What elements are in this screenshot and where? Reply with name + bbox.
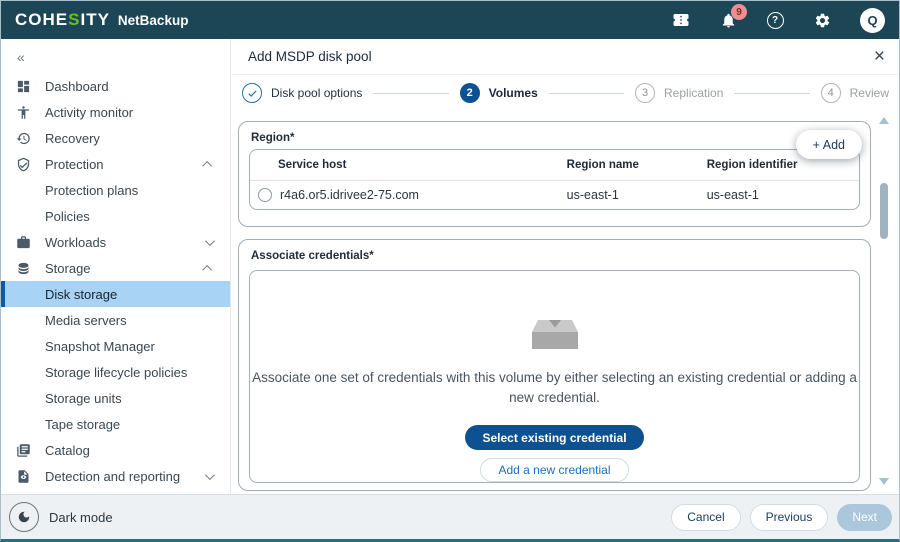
sidebar-item-detection-and-reporting[interactable]: Detection and reporting [1, 463, 230, 489]
add-region-button[interactable]: + Add [796, 130, 862, 159]
step-connector [549, 93, 624, 94]
scroll-down-icon[interactable] [879, 478, 889, 485]
check-icon [242, 83, 262, 103]
topbar: COHESITY NetBackup 9 ? Q [1, 1, 899, 39]
select-existing-credential-button[interactable]: Select existing credential [465, 425, 643, 450]
footer-bar: Dark mode Cancel Previous Next [1, 494, 899, 539]
catalog-icon [15, 442, 32, 459]
region-section: Region* + Add Service host Region name R… [238, 121, 871, 227]
region-label: Region* [239, 122, 870, 144]
user-avatar[interactable]: Q [860, 8, 885, 33]
wizard-stepper: Disk pool options 2 Volumes 3 Replicatio… [232, 75, 899, 111]
settings-icon[interactable] [813, 11, 831, 29]
chevron-up-icon [202, 264, 212, 274]
column-region-identifier: Region identifier [707, 159, 859, 171]
step-connector [734, 93, 809, 94]
credentials-empty-state: Associate one set of credentials with th… [249, 270, 860, 483]
sidebar-item-tape-storage[interactable]: Tape storage [1, 411, 230, 437]
brand-logo: COHESITY NetBackup [15, 10, 188, 30]
product-name: NetBackup [118, 13, 189, 28]
chevron-down-icon [205, 470, 215, 480]
step-disk-pool-options[interactable]: Disk pool options [242, 83, 362, 103]
notifications-icon[interactable]: 9 [719, 11, 737, 29]
region-table: Service host Region name Region identifi… [249, 149, 860, 210]
sidebar-item-protection[interactable]: Protection [1, 151, 230, 177]
cohesity-logo: COHESITY [15, 10, 110, 30]
next-button[interactable]: Next [837, 504, 892, 531]
app-window: COHESITY NetBackup 9 ? Q « Dashboard [0, 0, 900, 542]
step-replication[interactable]: 3 Replication [635, 83, 723, 103]
storage-icon [15, 260, 32, 277]
table-row[interactable]: r4a6.or5.idrivee2-75.com us-east-1 us-ea… [250, 181, 859, 209]
sidebar-item-storage-lifecycle-policies[interactable]: Storage lifecycle policies [1, 359, 230, 385]
credentials-label: Associate credentials* [239, 240, 870, 262]
wizard-content: Region* + Add Service host Region name R… [238, 121, 871, 494]
chevron-up-icon [202, 160, 212, 170]
sidebar-collapse-button[interactable]: « [1, 45, 230, 73]
scroll-up-icon[interactable] [879, 117, 889, 124]
notification-badge: 9 [731, 4, 747, 20]
page-title: Add MSDP disk pool [248, 49, 372, 64]
column-region-name: Region name [567, 159, 707, 171]
footer-buttons: Cancel Previous Next [671, 504, 892, 531]
sidebar-item-recovery[interactable]: Recovery [1, 125, 230, 151]
dark-mode-toggle[interactable]: Dark mode [9, 502, 113, 532]
scrollbar-thumb[interactable] [880, 183, 888, 239]
step-review[interactable]: 4 Review [821, 83, 889, 103]
region-row-radio[interactable] [258, 188, 272, 202]
step-connector [373, 93, 448, 94]
credentials-message: Associate one set of credentials with th… [250, 368, 859, 407]
chevron-down-icon [205, 236, 215, 246]
sidebar: « Dashboard Activity monitor Recovery Pr… [1, 39, 231, 494]
recovery-icon [15, 130, 32, 147]
close-icon[interactable]: × [874, 47, 885, 66]
topbar-actions: 9 ? Q [672, 8, 885, 33]
step-volumes[interactable]: 2 Volumes [460, 83, 538, 103]
sidebar-item-workloads[interactable]: Workloads [1, 229, 230, 255]
detection-reporting-icon [15, 468, 32, 485]
sidebar-item-activity-monitor[interactable]: Activity monitor [1, 99, 230, 125]
activity-monitor-icon [15, 104, 32, 121]
moon-icon [9, 502, 39, 532]
sidebar-item-protection-plans[interactable]: Protection plans [1, 177, 230, 203]
sidebar-item-snapshot-manager[interactable]: Snapshot Manager [1, 333, 230, 359]
wizard-header: Add MSDP disk pool × [232, 39, 899, 75]
region-table-header: Service host Region name Region identifi… [250, 150, 859, 181]
wizard-panel: Add MSDP disk pool × Disk pool options 2… [232, 39, 899, 494]
protection-icon [15, 156, 32, 173]
sidebar-item-dashboard[interactable]: Dashboard [1, 73, 230, 99]
add-new-credential-button[interactable]: Add a new credential [480, 458, 628, 482]
previous-button[interactable]: Previous [750, 504, 829, 531]
sidebar-item-disk-storage[interactable]: Disk storage [1, 281, 230, 307]
sidebar-item-storage[interactable]: Storage [1, 255, 230, 281]
ticket-icon[interactable] [672, 11, 690, 29]
credentials-section: Associate credentials* Associate one set… [238, 239, 871, 491]
sidebar-item-media-servers[interactable]: Media servers [1, 307, 230, 333]
sidebar-item-catalog[interactable]: Catalog [1, 437, 230, 463]
dashboard-icon [15, 78, 32, 95]
cancel-button[interactable]: Cancel [671, 504, 740, 531]
help-icon[interactable]: ? [766, 11, 784, 29]
sidebar-item-storage-units[interactable]: Storage units [1, 385, 230, 411]
workloads-icon [15, 234, 32, 251]
column-service-host: Service host [250, 159, 567, 171]
empty-tray-icon [532, 319, 578, 355]
sidebar-item-policies[interactable]: Policies [1, 203, 230, 229]
scrollbar[interactable] [878, 113, 890, 489]
